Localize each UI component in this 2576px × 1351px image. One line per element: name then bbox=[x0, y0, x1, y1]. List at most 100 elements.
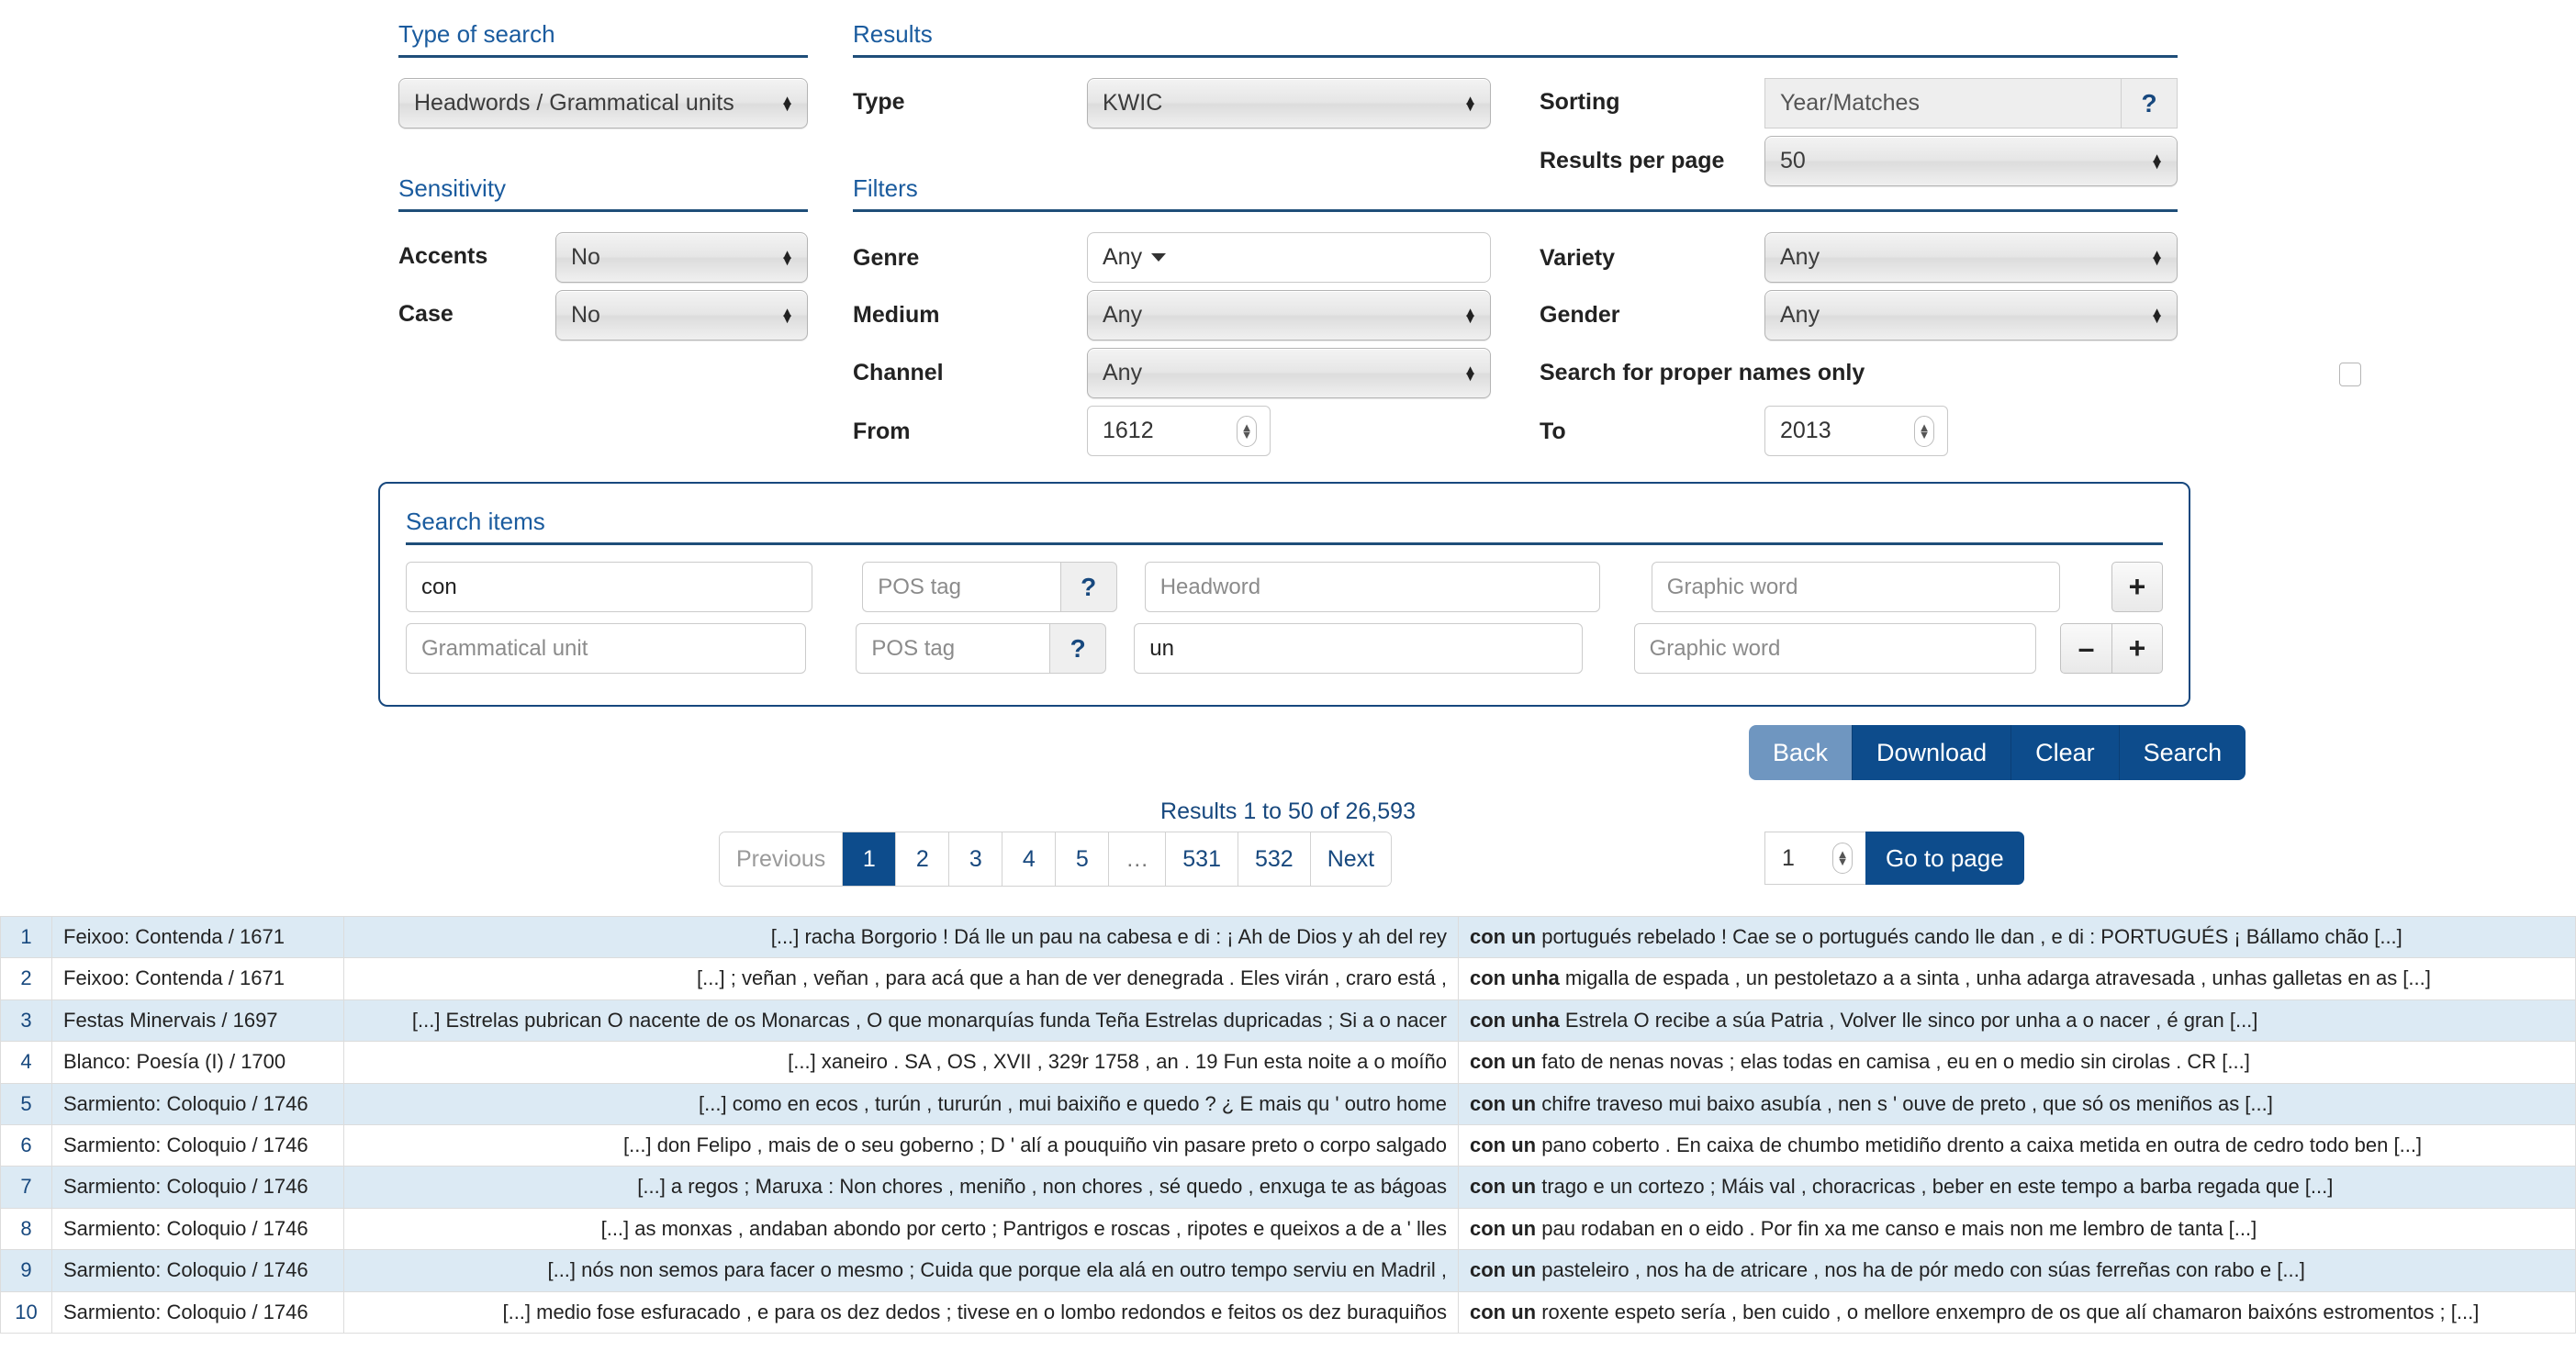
graphic-word-input-1[interactable]: Graphic word bbox=[1651, 562, 2060, 612]
spinner-updown-icon[interactable]: ▲ ▼ bbox=[1237, 415, 1257, 447]
sorting-value: Year/Matches bbox=[1764, 78, 2121, 128]
grammatical-unit-input-1[interactable]: con bbox=[406, 562, 813, 612]
row-keyword-and-right-context: con un roxente espeto sería , ben cuido … bbox=[1458, 1290, 2576, 1334]
spinner-updown-icon[interactable]: ▲ ▼ bbox=[1914, 415, 1934, 447]
row-left-context: [...] ; veñan , veñan , para acá que a h… bbox=[343, 957, 1459, 1000]
row-keyword: con un bbox=[1470, 1175, 1537, 1199]
headword-placeholder-1: Headword bbox=[1159, 574, 1261, 599]
row-source[interactable]: Feixoo: Contenda / 1671 bbox=[51, 957, 344, 1000]
pager-previous[interactable]: Previous bbox=[720, 832, 844, 886]
proper-names-label: Search for proper names only bbox=[1540, 360, 1865, 385]
accents-value: No bbox=[571, 244, 600, 270]
row-source[interactable]: Sarmiento: Coloquio / 1746 bbox=[51, 1166, 344, 1209]
row-left-context: [...] como en ecos , turún , tururún , m… bbox=[343, 1082, 1459, 1125]
row-left-context: [...] Estrelas pubrican O nacente de os … bbox=[343, 999, 1459, 1043]
to-year-input[interactable]: 2013 ▲ ▼ bbox=[1764, 406, 1948, 456]
goto-page-input[interactable]: 1 ▲ ▼ bbox=[1764, 832, 1865, 885]
pos-tag-field-2: POS tag ? bbox=[856, 623, 1107, 674]
row-source[interactable]: Sarmiento: Coloquio / 1746 bbox=[51, 1123, 344, 1167]
row-left-context: [...] medio fose esfuracado , e para os … bbox=[343, 1290, 1459, 1334]
case-select[interactable]: No ▲ ▼ bbox=[555, 290, 808, 341]
table-row: 7 Sarmiento: Coloquio / 1746 [...] a regos… bbox=[0, 1166, 2576, 1209]
medium-select[interactable]: Any ▲ ▼ bbox=[1087, 290, 1491, 341]
row-index: 7 bbox=[0, 1166, 52, 1209]
pos-tag-help-icon-1[interactable]: ? bbox=[1059, 562, 1117, 612]
row-keyword-and-right-context: con un fato de nenas novas ; elas todas … bbox=[1458, 1041, 2576, 1084]
pos-tag-input-2[interactable]: POS tag bbox=[856, 623, 1050, 674]
row-left-context: [...] as monxas , andaban abondo por cer… bbox=[343, 1207, 1459, 1251]
channel-value: Any bbox=[1103, 360, 1143, 385]
row-source[interactable]: Sarmiento: Coloquio / 1746 bbox=[51, 1290, 344, 1334]
type-of-search-select[interactable]: Headwords / Grammatical units ▲ ▼ bbox=[398, 78, 808, 128]
grammatical-unit-placeholder-2: Grammatical unit bbox=[421, 635, 588, 661]
variety-value: Any bbox=[1780, 244, 1820, 270]
proper-names-checkbox[interactable] bbox=[2339, 363, 2361, 386]
pos-tag-input-1[interactable]: POS tag bbox=[862, 562, 1060, 612]
row-left-context: [...] nós non semos para facer o mesmo ;… bbox=[343, 1249, 1459, 1292]
search-button[interactable]: Search bbox=[2119, 725, 2246, 780]
accents-select[interactable]: No ▲ ▼ bbox=[555, 232, 808, 283]
row-source[interactable]: Sarmiento: Coloquio / 1746 bbox=[51, 1249, 344, 1292]
search-item-row-2: Grammatical unit POS tag ? un Graphic wo… bbox=[406, 623, 2163, 674]
row-left-context: [...] racha Borgorio ! Dá lle un pau na … bbox=[343, 915, 1459, 959]
row-keyword-and-right-context: con un trago e un cortezo ; Máis val , c… bbox=[1458, 1166, 2576, 1209]
row-keyword: con un bbox=[1470, 1050, 1537, 1074]
pager-page-4[interactable]: 4 bbox=[1002, 832, 1057, 886]
pager-page-1[interactable]: 1 bbox=[843, 832, 897, 886]
row-source[interactable]: Sarmiento: Coloquio / 1746 bbox=[51, 1082, 344, 1125]
genre-select[interactable]: Any bbox=[1087, 232, 1491, 283]
row-keyword-and-right-context: con unha Estrela O recibe a súa Patria ,… bbox=[1458, 999, 2576, 1043]
gender-select[interactable]: Any ▲ ▼ bbox=[1764, 290, 2178, 341]
from-year-input[interactable]: 1612 ▲ ▼ bbox=[1087, 406, 1271, 456]
goto-page-control: 1 ▲ ▼ Go to page bbox=[1764, 832, 2024, 885]
pos-tag-help-icon-2[interactable]: ? bbox=[1049, 623, 1107, 674]
row-index: 10 bbox=[0, 1290, 52, 1334]
row-source[interactable]: Feixoo: Contenda / 1671 bbox=[51, 915, 344, 959]
pager-page-2[interactable]: 2 bbox=[896, 832, 950, 886]
goto-page-button[interactable]: Go to page bbox=[1865, 832, 2024, 885]
add-search-item-button-2[interactable]: + bbox=[2111, 623, 2163, 674]
grammatical-unit-input-2[interactable]: Grammatical unit bbox=[406, 623, 807, 674]
case-value: No bbox=[571, 302, 600, 328]
results-type-select[interactable]: KWIC ▲ ▼ bbox=[1087, 78, 1491, 128]
section-heading-filters: Filters bbox=[853, 174, 2178, 212]
variety-label: Variety bbox=[1540, 245, 1616, 271]
chevron-updown-icon: ▲ ▼ bbox=[1463, 362, 1477, 385]
results-table: 1 Feixoo: Contenda / 1671 [...] racha Borg… bbox=[0, 915, 2576, 1334]
medium-value: Any bbox=[1103, 302, 1143, 328]
pager-page-532[interactable]: 532 bbox=[1238, 832, 1311, 886]
graphic-word-input-2[interactable]: Graphic word bbox=[1633, 623, 2036, 674]
spinner-updown-icon[interactable]: ▲ ▼ bbox=[1832, 843, 1853, 874]
pager-next[interactable]: Next bbox=[1310, 832, 1392, 886]
download-button[interactable]: Download bbox=[1853, 725, 2012, 780]
row-source[interactable]: Festas Minervais / 1697 bbox=[51, 999, 344, 1043]
table-row: 2 Feixoo: Contenda / 1671 [...] ; veñan , … bbox=[0, 957, 2576, 1000]
back-button[interactable]: Back bbox=[1749, 725, 1854, 780]
remove-search-item-button-2[interactable]: – bbox=[2060, 623, 2111, 674]
genre-value: Any bbox=[1103, 244, 1143, 270]
pager: Previous 1 2 3 4 5 … 531 532 Next bbox=[719, 832, 1393, 887]
variety-select[interactable]: Any ▲ ▼ bbox=[1764, 232, 2178, 283]
channel-select[interactable]: Any ▲ ▼ bbox=[1087, 348, 1491, 398]
pagination-area: Results 1 to 50 of 26,593 Previous 1 2 3… bbox=[0, 798, 2576, 887]
pager-page-531[interactable]: 531 bbox=[1166, 832, 1238, 886]
pos-tag-field-1: POS tag ? bbox=[862, 562, 1117, 612]
row-keyword: con un bbox=[1470, 925, 1537, 948]
row-keyword: con un bbox=[1470, 1216, 1537, 1240]
caret-down-icon bbox=[1151, 253, 1167, 262]
clear-button[interactable]: Clear bbox=[2011, 725, 2120, 780]
row-source[interactable]: Blanco: Poesía (I) / 1700 bbox=[51, 1041, 344, 1084]
chevron-updown-icon: ▲ ▼ bbox=[2150, 246, 2164, 269]
row-index: 9 bbox=[0, 1249, 52, 1292]
pager-page-3[interactable]: 3 bbox=[949, 832, 1003, 886]
search-items-panel: Search items con POS tag ? Headword Grap… bbox=[378, 482, 2190, 707]
chevron-updown-icon: ▲ ▼ bbox=[780, 246, 794, 269]
pager-page-5[interactable]: 5 bbox=[1056, 832, 1110, 886]
table-row: 5 Sarmiento: Coloquio / 1746 [...] como en… bbox=[0, 1082, 2576, 1125]
sorting-help-icon[interactable]: ? bbox=[2121, 78, 2178, 128]
headword-input-1[interactable]: Headword bbox=[1144, 562, 1600, 612]
row-source[interactable]: Sarmiento: Coloquio / 1746 bbox=[51, 1207, 344, 1251]
pos-tag-placeholder-1: POS tag bbox=[878, 574, 961, 599]
headword-input-2[interactable]: un bbox=[1134, 623, 1583, 674]
add-search-item-button-1[interactable]: + bbox=[2111, 562, 2163, 612]
